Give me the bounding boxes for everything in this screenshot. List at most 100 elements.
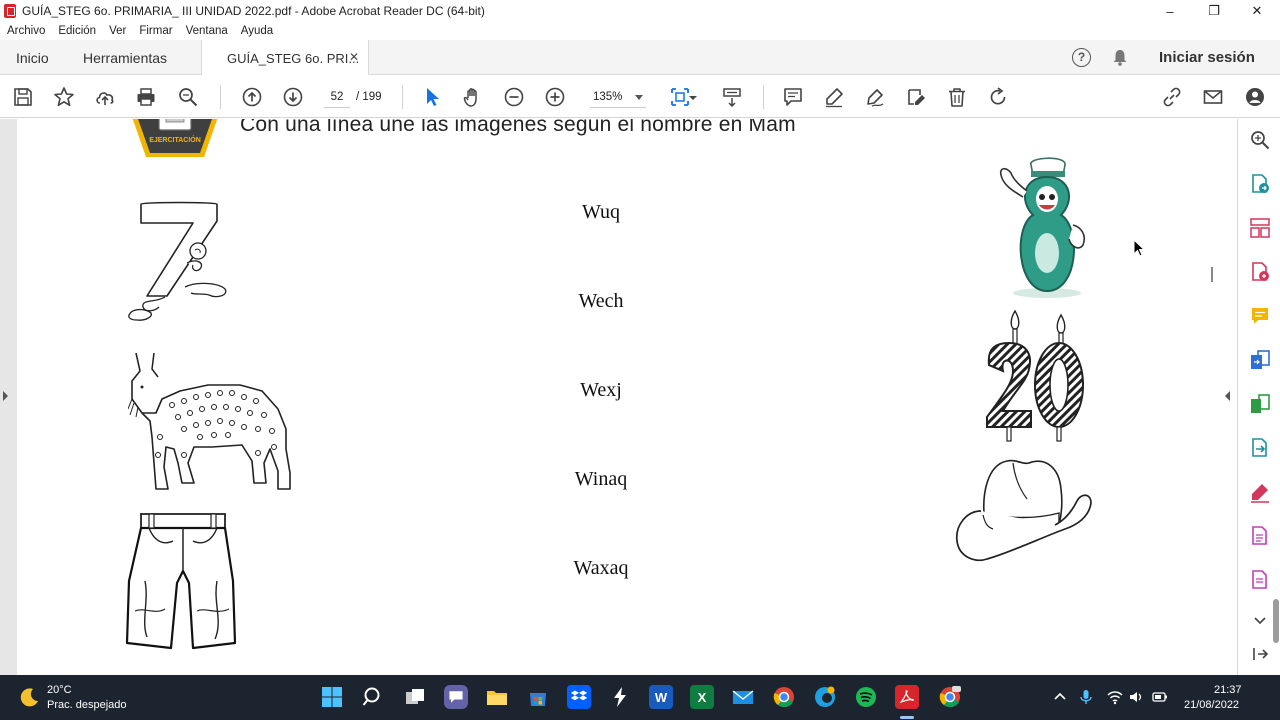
add-user-icon[interactable] [1243, 85, 1267, 109]
send-for-review-icon[interactable] [1249, 437, 1271, 459]
next-page-icon[interactable] [281, 85, 305, 109]
export-pdf-icon[interactable] [1249, 173, 1271, 195]
trash-icon[interactable] [945, 85, 969, 109]
minimize-button[interactable]: – [1147, 0, 1193, 22]
scrollbar-thumb[interactable] [1211, 267, 1213, 282]
menu-bar: Archivo Edición Ver Firmar Ventana Ayuda [0, 22, 1280, 40]
close-tab-icon[interactable]: ✕ [349, 50, 359, 64]
lightning-app-icon[interactable] [608, 685, 632, 709]
edit-pdf-icon[interactable] [1249, 525, 1271, 547]
sidebar-scrollbar-thumb[interactable] [1273, 599, 1279, 643]
comment-sidebar-icon[interactable] [1249, 305, 1271, 327]
chevron-right-icon[interactable] [3, 391, 8, 401]
search-icon[interactable] [361, 685, 385, 709]
microphone-icon[interactable] [1078, 688, 1094, 706]
chevron-down-icon[interactable] [1249, 609, 1271, 631]
fill-and-sign-icon[interactable] [1249, 481, 1271, 503]
create-pdf-icon[interactable] [1249, 261, 1271, 283]
task-view-icon[interactable] [403, 685, 427, 709]
highlight-pen-icon[interactable] [822, 85, 846, 109]
tab-bar: Inicio Herramientas GUÍA_STEG 6o. PRI...… [0, 40, 1280, 75]
wifi-icon[interactable] [1107, 688, 1123, 706]
lynx-drawing [128, 352, 291, 490]
share-link-icon[interactable] [1160, 85, 1184, 109]
menu-ver[interactable]: Ver [109, 25, 126, 37]
upload-cloud-icon[interactable] [93, 85, 117, 109]
compress-pdf-icon[interactable] [1249, 393, 1271, 415]
number-twenty-candles [986, 309, 1084, 442]
trousers-drawing [125, 513, 237, 650]
draw-tool-icon[interactable] [863, 85, 887, 109]
hand-tool-icon[interactable] [461, 85, 485, 109]
weather-temperature[interactable]: 20°C [47, 684, 72, 696]
zoom-search-icon[interactable] [176, 85, 200, 109]
maximize-button[interactable]: ❐ [1191, 0, 1237, 22]
word-label: Waxaq [573, 557, 629, 579]
fill-sign-icon[interactable] [904, 85, 928, 109]
tab-home[interactable]: Inicio [16, 50, 49, 66]
star-icon[interactable] [52, 85, 76, 109]
print-icon[interactable] [134, 85, 158, 109]
word-icon[interactable]: W [649, 685, 673, 709]
battery-icon[interactable] [1152, 688, 1168, 706]
tools-sidebar [1237, 119, 1280, 675]
collapse-panel-icon[interactable] [1249, 643, 1271, 665]
document-viewport[interactable]: EJERCITACIÓN Con una línea une las imáge… [0, 119, 1237, 675]
zoom-level-value: 135% [593, 91, 623, 103]
zoom-out-icon[interactable] [502, 85, 526, 109]
scroll-mode-icon[interactable] [720, 85, 744, 109]
tab-tools[interactable]: Herramientas [83, 50, 167, 66]
vertical-scrollbar[interactable] [1202, 119, 1237, 675]
teams-chat-icon[interactable] [444, 685, 468, 709]
tab-document[interactable]: GUÍA_STEG 6o. PRI... ✕ [201, 40, 369, 75]
select-cursor-icon[interactable] [420, 85, 444, 109]
chevron-down-icon[interactable] [688, 85, 698, 109]
sign-in-button[interactable]: Iniciar sesión [1159, 49, 1255, 66]
spotify-icon[interactable] [854, 685, 878, 709]
menu-ayuda[interactable]: Ayuda [241, 25, 273, 37]
menu-edicion[interactable]: Edición [58, 25, 96, 37]
chrome-beta-icon[interactable] [938, 685, 962, 709]
menu-firmar[interactable]: Firmar [139, 25, 172, 37]
moon-weather-icon[interactable] [18, 686, 40, 708]
windows-start-icon[interactable] [320, 685, 344, 709]
clock-date[interactable]: 21/08/2022 [1184, 699, 1239, 711]
menu-archivo[interactable]: Archivo [7, 25, 45, 37]
word-label: Winaq [574, 468, 628, 490]
rotate-icon[interactable] [986, 85, 1010, 109]
page-number-input[interactable]: 52 [324, 86, 350, 108]
more-tools-icon[interactable] [1249, 569, 1271, 591]
acrobat-taskbar-icon[interactable] [895, 685, 919, 709]
help-icon[interactable]: ? [1072, 48, 1091, 67]
chevron-down-icon [635, 95, 643, 100]
chevron-left-icon[interactable] [1225, 391, 1230, 401]
previous-page-icon[interactable] [240, 85, 264, 109]
clock-time[interactable]: 21:37 [1214, 684, 1242, 696]
save-icon[interactable] [11, 85, 35, 109]
zoom-search-icon[interactable] [1249, 129, 1271, 151]
chevron-up-icon[interactable] [1052, 688, 1068, 706]
menu-ventana[interactable]: Ventana [186, 25, 228, 37]
microsoft-store-icon[interactable] [526, 685, 550, 709]
volume-icon[interactable] [1128, 688, 1144, 706]
organize-pages-icon[interactable] [1249, 217, 1271, 239]
weather-description[interactable]: Prac. despejado [47, 699, 127, 711]
window-title: GUÍA_STEG 6o. PRIMARIA_ III UNIDAD 2022.… [22, 4, 485, 18]
mail-icon[interactable] [1201, 85, 1225, 109]
edge-icon[interactable] [813, 685, 837, 709]
dropbox-icon[interactable] [567, 685, 591, 709]
zoom-in-icon[interactable] [543, 85, 567, 109]
page-total: / 199 [356, 91, 382, 103]
file-explorer-icon[interactable] [485, 685, 509, 709]
bell-icon[interactable] [1112, 49, 1128, 66]
zoom-level-select[interactable]: 135% [590, 86, 646, 108]
mail-app-icon[interactable] [731, 685, 755, 709]
word-label: Wech [578, 290, 624, 312]
combine-files-icon[interactable] [1249, 349, 1271, 371]
excel-icon[interactable]: X [690, 685, 714, 709]
chrome-icon[interactable] [772, 685, 796, 709]
close-window-button[interactable]: ✕ [1234, 0, 1280, 22]
title-bar: GUÍA_STEG 6o. PRIMARIA_ III UNIDAD 2022.… [0, 0, 1280, 22]
toolbar: 52 / 199 135% [0, 76, 1280, 118]
comment-icon[interactable] [781, 85, 805, 109]
